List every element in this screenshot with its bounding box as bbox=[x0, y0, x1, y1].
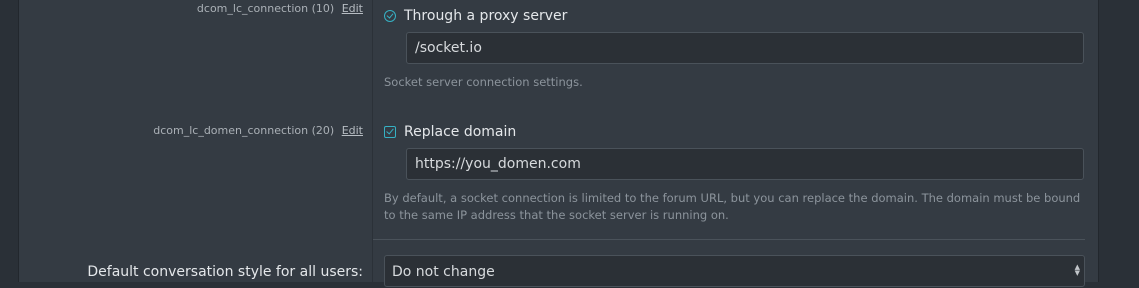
edit-link[interactable]: Edit bbox=[342, 124, 363, 137]
conversation-style-value: Do not change bbox=[392, 264, 495, 280]
conversation-style-label: Default conversation style for all users… bbox=[87, 264, 363, 280]
replace-domain-option[interactable]: Replace domain bbox=[384, 124, 516, 140]
select-arrows-icon[interactable]: ▲ ▼ bbox=[1075, 264, 1080, 277]
domain-input[interactable]: https://you_domen.com bbox=[406, 148, 1084, 180]
proxy-server-option[interactable]: Through a proxy server bbox=[384, 8, 567, 24]
checkbox-checked-icon[interactable] bbox=[384, 126, 396, 138]
section-divider bbox=[373, 239, 1085, 240]
domain-hint-line-1: By default, a socket connection is limit… bbox=[384, 191, 1081, 205]
socket-hint: Socket server connection settings. bbox=[384, 75, 583, 89]
option-label-dcom-lc-domen-connection: dcom_lc_domen_connection (20) Edit bbox=[153, 124, 363, 137]
option-id-text: dcom_lc_domen_connection (20) bbox=[153, 124, 335, 137]
option-label-dcom-lc-connection: dcom_lc_connection (10) Edit bbox=[197, 2, 363, 15]
socket-path-input[interactable]: /socket.io bbox=[406, 32, 1084, 64]
proxy-server-label: Through a proxy server bbox=[404, 8, 568, 24]
conversation-style-select[interactable]: Do not change ▲ ▼ bbox=[384, 255, 1085, 287]
radio-checked-icon[interactable] bbox=[384, 10, 396, 22]
option-id-text: dcom_lc_connection (10) bbox=[196, 2, 335, 15]
edit-link[interactable]: Edit bbox=[342, 2, 363, 15]
domain-hint-line-2: to the same IP address that the socket s… bbox=[384, 208, 729, 222]
replace-domain-label: Replace domain bbox=[404, 124, 517, 140]
